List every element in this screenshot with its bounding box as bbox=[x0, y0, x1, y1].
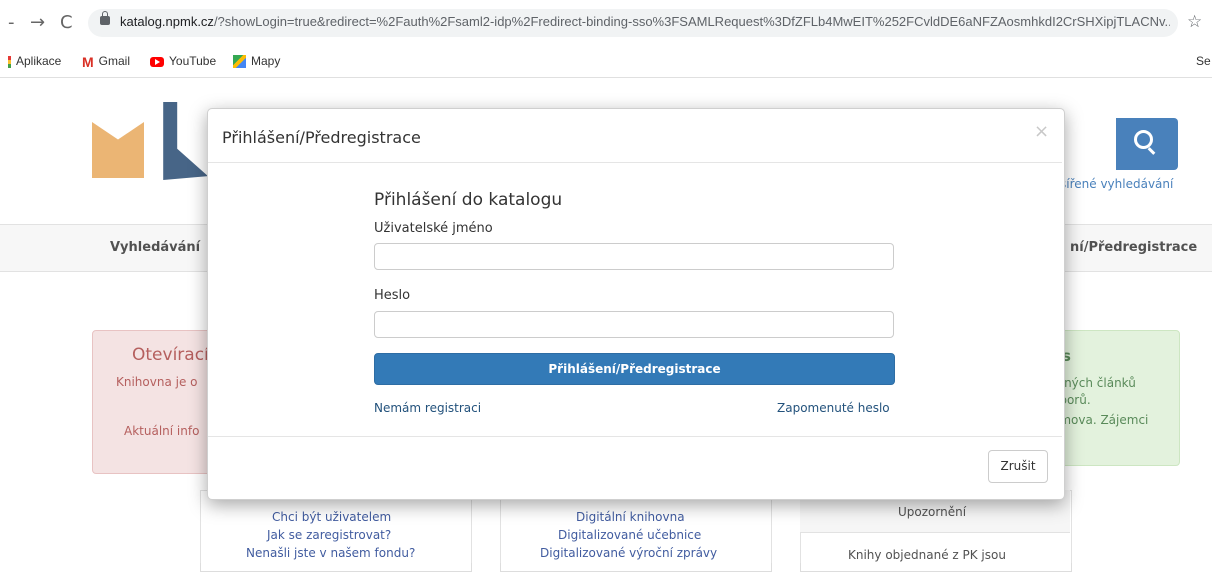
url-text[interactable]: katalog.npmk.cz/?showLogin=true&redirect… bbox=[120, 14, 1170, 29]
bookmark-star-icon[interactable]: ☆ bbox=[1187, 12, 1202, 32]
login-button[interactable]: Přihlášení/Předregistrace bbox=[374, 353, 895, 385]
username-field[interactable] bbox=[374, 243, 894, 270]
bookmark-label: YouTube bbox=[169, 54, 217, 68]
login-modal bbox=[207, 108, 1065, 500]
apps-icon bbox=[8, 55, 11, 68]
form-title: Přihlášení do katalogu bbox=[374, 190, 563, 210]
bookmark-apps[interactable]: Aplikace bbox=[8, 54, 61, 68]
bookmark-mapy[interactable]: Mapy bbox=[233, 54, 281, 69]
back-icon[interactable]: ‐ bbox=[8, 14, 15, 32]
forward-icon[interactable]: → bbox=[30, 14, 45, 32]
password-label: Heslo bbox=[374, 288, 411, 303]
close-icon[interactable]: × bbox=[1034, 121, 1049, 142]
maps-icon bbox=[233, 55, 246, 69]
forgot-password-link[interactable]: Zapomenuté heslo bbox=[777, 401, 890, 415]
lock-icon bbox=[100, 11, 110, 25]
modal-header-divider bbox=[208, 162, 1062, 163]
reading-list-label[interactable]: Se bbox=[1196, 54, 1211, 68]
gmail-icon: M bbox=[82, 54, 94, 70]
bookmark-label: Gmail bbox=[98, 54, 131, 69]
browser-address-bar: ‐ → C katalog.npmk.cz/?showLogin=true&re… bbox=[0, 0, 1212, 45]
bookmark-youtube[interactable]: YouTube bbox=[150, 54, 216, 68]
username-label: Uživatelské jméno bbox=[374, 221, 493, 236]
password-field[interactable] bbox=[374, 311, 894, 338]
bookmark-gmail[interactable]: M Gmail bbox=[82, 54, 130, 70]
bookmark-label: Mapy bbox=[251, 54, 281, 68]
cancel-button[interactable]: Zrušit bbox=[988, 450, 1048, 483]
modal-title: Přihlášení/Předregistrace bbox=[222, 128, 421, 147]
no-registration-link[interactable]: Nemám registraci bbox=[374, 401, 481, 415]
modal-footer-divider bbox=[208, 436, 1062, 437]
bookmark-label: Aplikace bbox=[16, 54, 62, 68]
bookmarks-bar: Aplikace M Gmail YouTube Mapy Se bbox=[0, 44, 1212, 111]
youtube-icon bbox=[150, 56, 164, 67]
url-domain: katalog.npmk.cz bbox=[120, 14, 214, 29]
reload-icon[interactable]: C bbox=[60, 14, 73, 32]
url-path: /?showLogin=true&redirect=%2Fauth%2Fsaml… bbox=[213, 14, 1170, 29]
